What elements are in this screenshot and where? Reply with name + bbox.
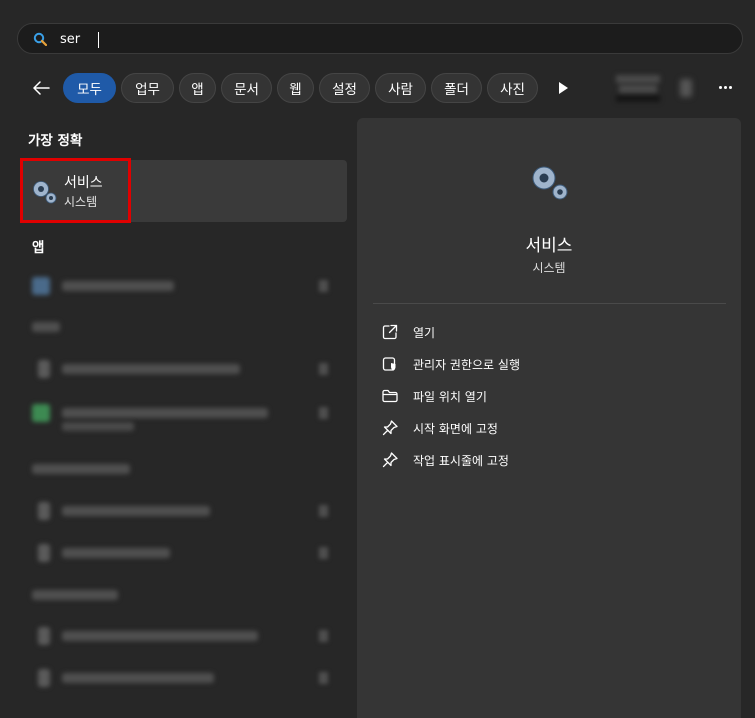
search-bar[interactable] — [17, 23, 743, 54]
tab-photos[interactable]: 사진 — [487, 73, 538, 103]
search-icon — [33, 32, 47, 46]
tab-all[interactable]: 모두 — [63, 73, 116, 103]
avatar[interactable] — [680, 79, 692, 97]
action-label: 열기 — [413, 326, 436, 340]
best-match-header: 가장 정확 — [28, 133, 83, 149]
tab-apps[interactable]: 앱 — [179, 73, 216, 103]
list-item[interactable] — [20, 496, 347, 526]
chevron-right-icon — [319, 547, 328, 559]
list-item[interactable] — [20, 454, 347, 484]
app-icon — [32, 277, 50, 295]
redacted-text — [32, 322, 60, 332]
list-item[interactable] — [20, 271, 347, 301]
run-as-admin-action[interactable]: 관리자 권한으로 실행 — [381, 351, 721, 377]
list-item[interactable] — [20, 621, 347, 651]
app-icon — [38, 360, 50, 378]
highlight-box — [20, 158, 131, 223]
redacted-text — [62, 673, 214, 683]
redacted-text — [32, 590, 118, 600]
redacted-text — [62, 631, 258, 641]
back-button[interactable] — [28, 76, 54, 100]
list-item[interactable] — [20, 663, 347, 693]
text-caret — [98, 32, 99, 48]
redacted-text — [62, 281, 174, 291]
details-subtitle: 시스템 — [532, 261, 566, 275]
more-options-button[interactable] — [713, 78, 739, 98]
chevron-right-icon — [319, 407, 328, 419]
app-icon — [38, 627, 50, 645]
app-icon — [38, 502, 50, 520]
tab-folders[interactable]: 폴더 — [431, 73, 482, 103]
list-item[interactable] — [20, 538, 347, 568]
details-title: 서비스 — [525, 236, 573, 256]
pin-to-start-action[interactable]: 시작 화면에 고정 — [381, 415, 721, 441]
redacted-text — [32, 464, 130, 474]
action-label: 관리자 권한으로 실행 — [413, 358, 520, 372]
list-item[interactable] — [20, 354, 347, 384]
filter-chips: 모두 업무 앱 문서 웹 설정 사람 폴더 사진 — [63, 73, 538, 103]
pin-icon — [382, 420, 398, 436]
chevron-right-icon — [319, 505, 328, 517]
redacted-text — [62, 408, 268, 418]
play-icon[interactable] — [556, 80, 570, 96]
services-gear-icon — [532, 166, 568, 200]
tab-settings[interactable]: 설정 — [319, 73, 370, 103]
folder-icon — [382, 389, 398, 403]
chevron-right-icon — [319, 280, 328, 292]
shield-admin-icon — [382, 357, 396, 371]
redacted-text — [62, 548, 170, 558]
open-file-location-action[interactable]: 파일 위치 열기 — [381, 383, 721, 409]
action-label: 작업 표시줄에 고정 — [413, 454, 509, 468]
list-item[interactable] — [20, 312, 347, 342]
pin-to-taskbar-action[interactable]: 작업 표시줄에 고정 — [381, 447, 721, 473]
tab-work[interactable]: 업무 — [121, 73, 174, 103]
redacted-text — [62, 506, 210, 516]
chevron-right-icon — [319, 363, 328, 375]
open-action[interactable]: 열기 — [381, 319, 721, 345]
redacted-text — [62, 422, 134, 431]
app-icon — [38, 544, 50, 562]
list-item[interactable] — [20, 580, 347, 610]
apps-header: 앱 — [32, 240, 45, 256]
arrow-left-icon — [33, 81, 50, 95]
pin-icon — [382, 452, 398, 468]
app-icon — [38, 669, 50, 687]
divider — [373, 303, 726, 304]
chevron-right-icon — [319, 672, 328, 684]
redacted-text — [62, 364, 240, 374]
search-input[interactable] — [60, 28, 660, 50]
open-external-icon — [382, 324, 398, 340]
list-item[interactable] — [20, 398, 347, 431]
details-panel: 서비스 시스템 열기 관리자 권한으로 실행 파일 위치 열기 시작 화면에 고… — [357, 118, 741, 718]
tab-documents[interactable]: 문서 — [221, 73, 272, 103]
action-label: 시작 화면에 고정 — [413, 422, 498, 436]
action-label: 파일 위치 열기 — [413, 390, 487, 404]
chevron-right-icon — [319, 630, 328, 642]
account-info[interactable] — [616, 71, 660, 103]
tab-people[interactable]: 사람 — [375, 73, 426, 103]
tab-web[interactable]: 웹 — [277, 73, 314, 103]
app-icon — [32, 404, 50, 422]
